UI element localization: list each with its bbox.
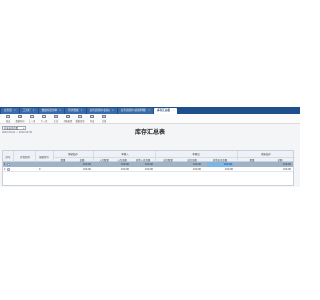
tool-label: 列表配置 <box>63 120 73 124</box>
grid-header: 序号 存货名称 规格型号 期初结存 数量 金额 本期入 入库数量 入库金额 其他… <box>3 151 295 162</box>
cell-value[interactable]: 100.00 <box>133 167 153 172</box>
page-title: 库存汇总表 <box>134 129 165 136</box>
group-opening: 期初结存 <box>68 153 78 156</box>
next-icon: › <box>42 114 46 119</box>
clock-icon: ◷ <box>18 114 22 119</box>
group-closing: 期末结存 <box>261 153 271 156</box>
tab-bar: 业务组 × 工具栏 × 数据库使用率 × 同步数据 × 业务表维护(表格) × 业务表维护… <box>0 107 300 114</box>
prev-icon: ‹ <box>30 114 34 119</box>
tool-label: 数据时间 <box>15 120 25 124</box>
cell-value[interactable]: 100.00 <box>181 167 201 172</box>
data-time-button[interactable]: ◷ 数据时间 <box>14 114 26 124</box>
row-number: 2 <box>4 168 6 171</box>
report-grid: 序号 存货名称 规格型号 期初结存 数量 金额 本期入 入库数量 入库金额 其他… <box>2 150 295 186</box>
cell-value[interactable]: 100.00 <box>207 167 233 172</box>
tool-label: 导出 <box>89 120 95 124</box>
list-config-icon: ≡ <box>66 114 70 119</box>
sub-header: 数量 <box>249 158 255 162</box>
close-button[interactable]: × 关闭 <box>98 114 110 124</box>
tool-label: 关闭 <box>101 120 107 124</box>
sub-header: 数量 <box>60 158 66 162</box>
list-config-button[interactable]: ≡ 列表配置 <box>62 114 74 124</box>
header-no: 序号 <box>5 156 11 159</box>
cell-value[interactable]: 100.00 <box>73 167 91 172</box>
sum-button[interactable]: Σ 汇总 <box>50 114 62 124</box>
tool-label: 上一页 <box>28 120 36 124</box>
tool-label: 汇总 <box>53 120 59 124</box>
next-page-button[interactable]: › 下一页 <box>38 114 50 124</box>
export-icon: ↗ <box>90 114 94 119</box>
sub-header: 其他入库金额 <box>135 158 151 162</box>
cell-value[interactable]: 100.00 <box>113 167 129 172</box>
cell-value[interactable]: 100.00 <box>267 167 291 172</box>
sub-header: 入库金额 <box>117 158 127 162</box>
sub-header: 金额 <box>277 158 283 162</box>
prev-page-button[interactable]: ‹ 上一页 <box>26 114 38 124</box>
tool-label: 数据查询 <box>75 120 85 124</box>
cell-value[interactable] <box>95 167 111 172</box>
exit-icon: ⎋ <box>6 114 10 119</box>
data-query-button[interactable]: ⌕ 数据查询 <box>74 114 86 124</box>
sum-icon: Σ <box>54 114 58 119</box>
table-row[interactable]: 2 0 100.00 100.00 100.00 100.00 100.00 1… <box>3 167 293 172</box>
query-icon: ⌕ <box>78 114 82 119</box>
sub-header: 其他出库金额 <box>212 158 228 162</box>
cell-value[interactable] <box>55 167 71 172</box>
sub-header: 出库金额 <box>187 158 197 162</box>
header-spec: 规格型号 <box>39 156 49 159</box>
tool-label: 下一页 <box>40 120 48 124</box>
exit-button[interactable]: ⎋ 退出 <box>2 114 14 124</box>
report-window: 业务组 × 工具栏 × 数据库使用率 × 同步数据 × 业务表维护(表格) × 业务表维护… <box>0 107 300 187</box>
header-name: 存货名称 <box>20 156 30 159</box>
sub-header: 金额 <box>79 158 85 162</box>
tool-label: 退出 <box>5 120 11 124</box>
group-in: 本期入 <box>121 153 129 156</box>
cell-value[interactable] <box>239 167 263 172</box>
sub-header: 出库数量 <box>163 158 173 162</box>
row-selector[interactable] <box>7 168 10 171</box>
group-out: 本期出 <box>192 153 200 156</box>
sub-header: 入库数量 <box>99 158 109 162</box>
toolbar: ⎋ 退出 ◷ 数据时间 ‹ 上一页 › 下一页 Σ 汇总 ≡ 列表配置 ⌕ 数据查询 ↗ 导出 … <box>0 114 300 124</box>
cell-spec[interactable]: 0 <box>39 167 53 172</box>
cell-value[interactable] <box>157 167 177 172</box>
row-selector[interactable] <box>7 163 10 166</box>
close-icon: × <box>102 114 106 119</box>
export-button[interactable]: ↗ 导出 <box>86 114 98 124</box>
cell-name[interactable] <box>15 167 35 172</box>
